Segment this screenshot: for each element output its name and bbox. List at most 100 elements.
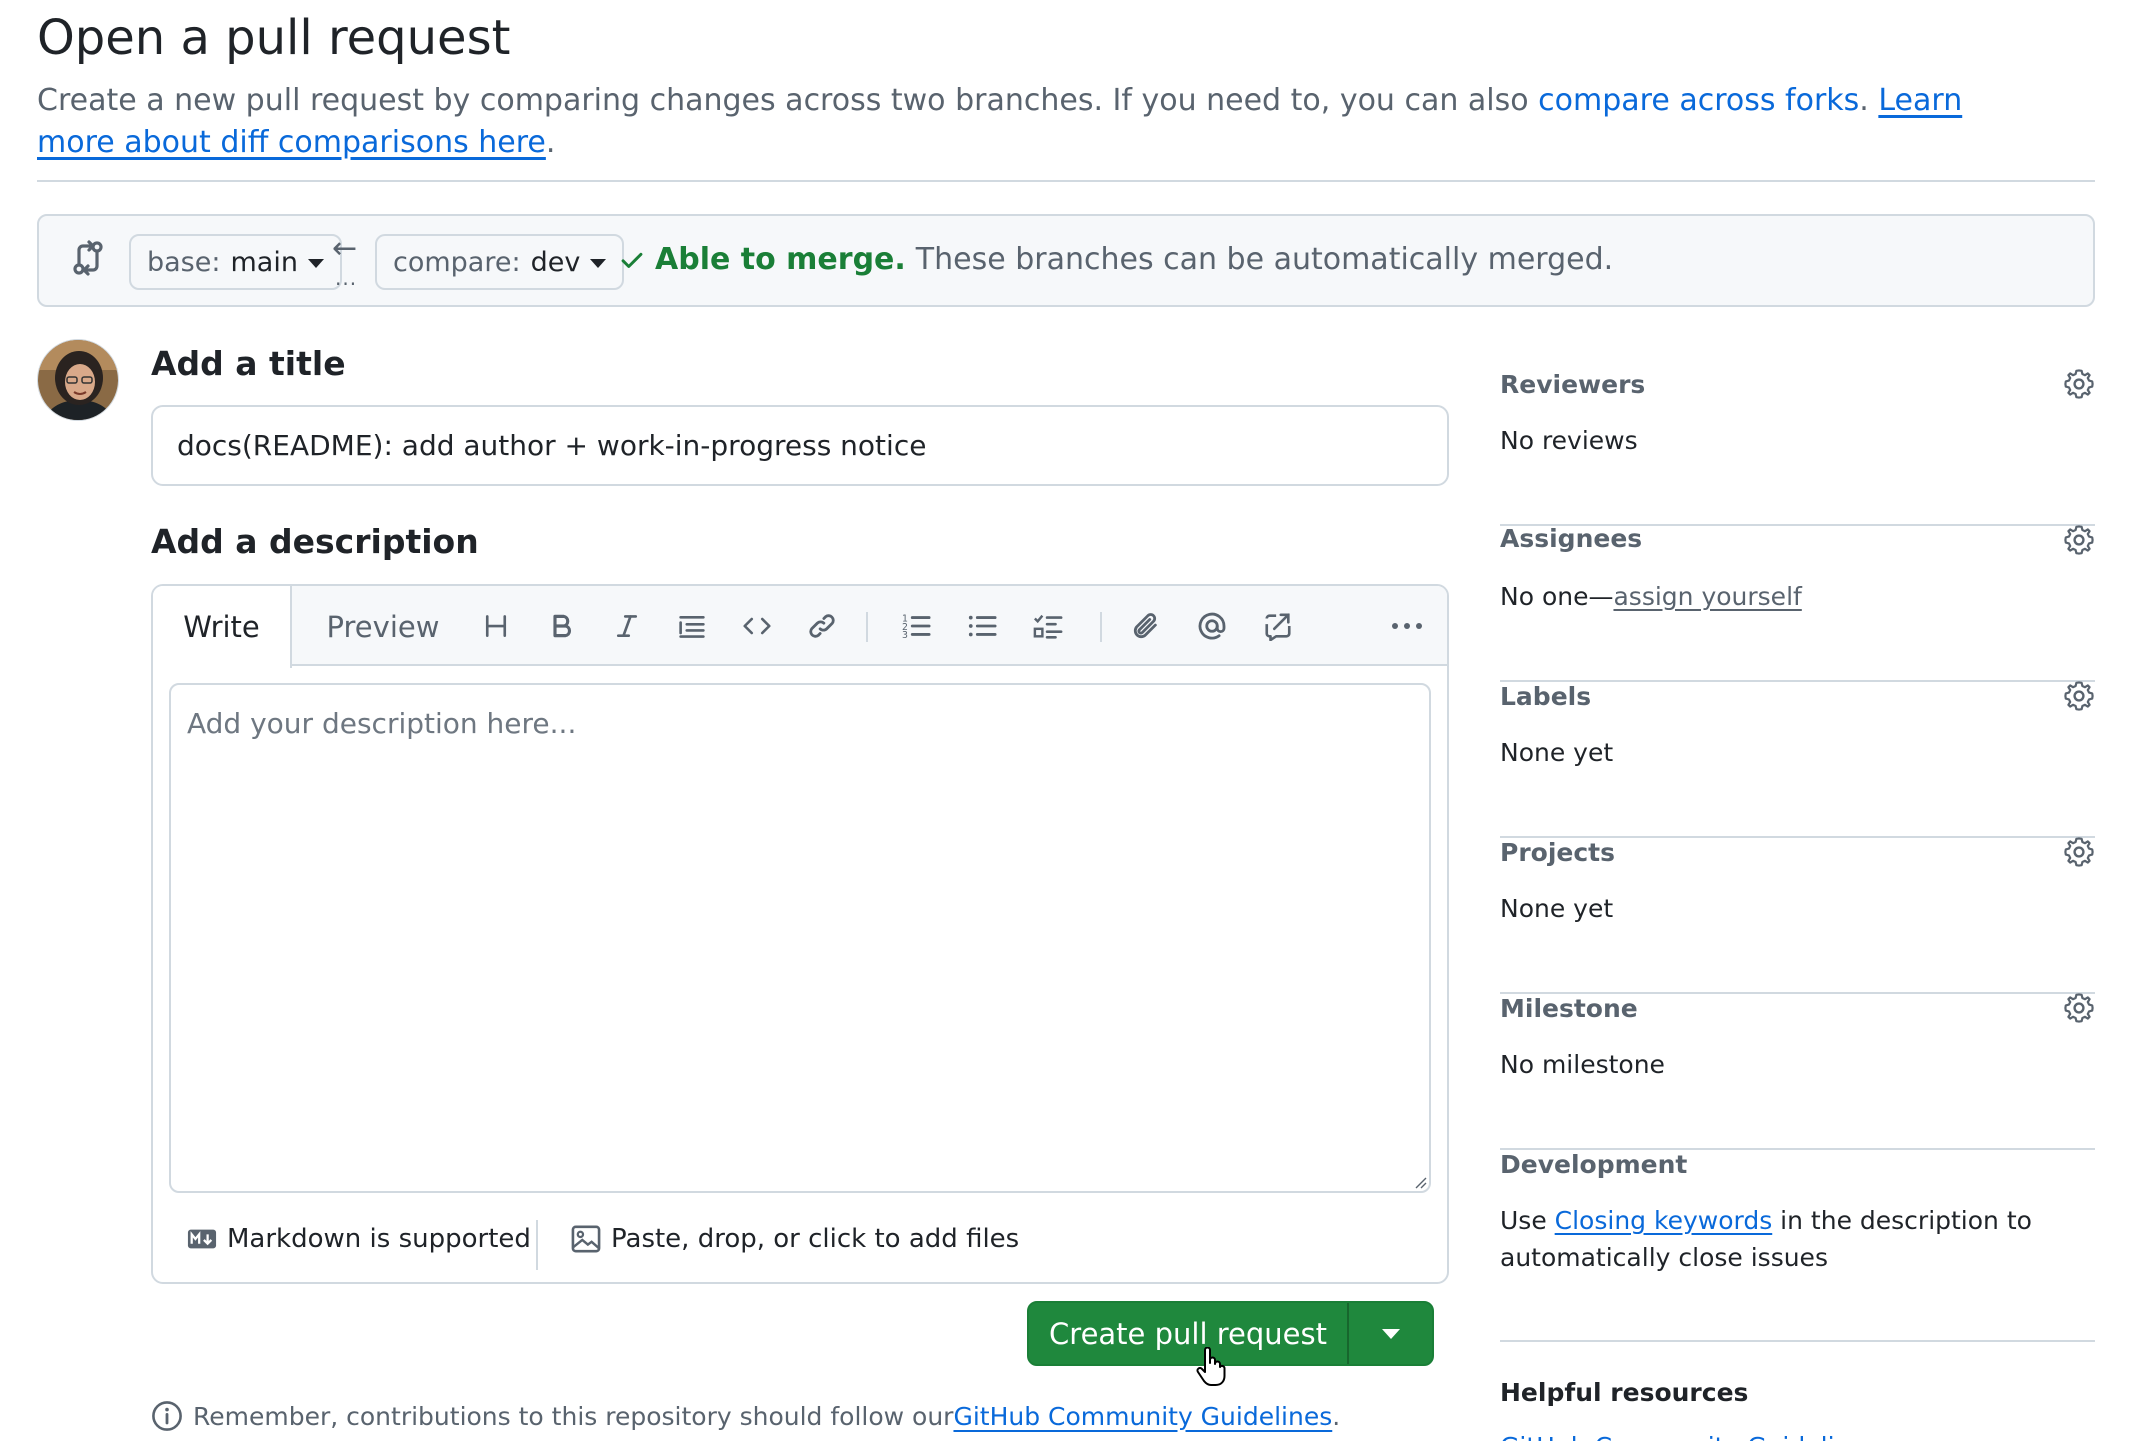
description-textarea[interactable] xyxy=(169,683,1431,1193)
base-branch-select[interactable]: base: main xyxy=(129,234,342,290)
sidebar-community-guidelines-link[interactable]: GitHub Community Guidelines xyxy=(1500,1432,1879,1441)
merge-ok-text: Able to merge. xyxy=(655,242,906,277)
chevron-down-icon xyxy=(590,258,607,268)
ordered-list-icon[interactable]: 123 xyxy=(898,608,934,644)
bold-icon[interactable] xyxy=(544,608,580,644)
create-pull-request-button[interactable]: Create pull request xyxy=(1027,1301,1434,1366)
hand-cursor-icon xyxy=(1196,1347,1226,1386)
assignees-prefix: No one— xyxy=(1500,582,1614,611)
sidebar-development: Development Use Closing keywords in the … xyxy=(1500,1150,2095,1342)
sidebar: Reviewers No reviews Assignees No one—as… xyxy=(1500,368,2095,1441)
page-title: Open a pull request xyxy=(37,10,511,66)
base-branch-key: base: xyxy=(147,246,221,278)
sidebar-projects: Projects None yet xyxy=(1500,836,2095,994)
task-list-icon[interactable] xyxy=(1030,608,1066,644)
development-suffix: in the description to xyxy=(1772,1206,2032,1235)
reminder-text: Remember, contributions to this reposito… xyxy=(193,1401,954,1431)
development-label: Development xyxy=(1500,1150,1688,1179)
reviewers-label[interactable]: Reviewers xyxy=(1500,370,1645,399)
tab-preview[interactable]: Preview xyxy=(313,586,453,668)
editor-toolbar: Write Preview 123 xyxy=(153,586,1447,668)
markdown-note[interactable]: Markdown is supported xyxy=(187,1224,531,1254)
sidebar-milestone: Milestone No milestone xyxy=(1500,992,2095,1150)
unordered-list-icon[interactable] xyxy=(964,608,1000,644)
development-prefix: Use xyxy=(1500,1206,1555,1235)
title-input[interactable] xyxy=(151,405,1449,486)
gear-icon[interactable] xyxy=(2063,680,2095,712)
closing-keywords-link[interactable]: Closing keywords xyxy=(1555,1206,1773,1235)
heading-icon[interactable] xyxy=(478,608,514,644)
gear-icon[interactable] xyxy=(2063,524,2095,556)
helpful-resources-value: GitHub Community Guidelines xyxy=(1500,1428,1879,1441)
attach-icon[interactable] xyxy=(1128,608,1164,644)
compare-branch-key: compare: xyxy=(393,246,521,278)
reminder-end: . xyxy=(1332,1401,1341,1431)
mention-icon[interactable] xyxy=(1194,608,1230,644)
sidebar-labels: Labels None yet xyxy=(1500,680,2095,838)
sidebar-reviewers: Reviewers No reviews xyxy=(1500,368,2095,526)
range-dots: ... xyxy=(335,266,358,290)
intro-text: Create a new pull request by comparing c… xyxy=(37,83,1539,118)
add-files-button[interactable]: Paste, drop, or click to add files xyxy=(571,1224,1019,1254)
triangle-down-icon xyxy=(1381,1328,1400,1339)
italic-icon[interactable] xyxy=(609,608,645,644)
create-pull-request-label[interactable]: Create pull request xyxy=(1029,1303,1349,1364)
toolbar-divider xyxy=(1100,612,1102,642)
arrow-left-icon: ← xyxy=(332,231,358,266)
info-icon xyxy=(152,1401,182,1431)
reviewers-value: No reviews xyxy=(1500,426,1638,455)
helpful-resources-label: Helpful resources xyxy=(1500,1378,1749,1407)
assignees-value: No one—assign yourself xyxy=(1500,578,1802,615)
gear-icon[interactable] xyxy=(2063,992,2095,1024)
sidebar-assignees: Assignees No one—assign yourself xyxy=(1500,524,2095,682)
development-line2: automatically close issues xyxy=(1500,1243,1828,1272)
tab-write[interactable]: Write xyxy=(153,586,292,668)
create-options-dropdown[interactable] xyxy=(1349,1303,1432,1364)
compare-branch-value: dev xyxy=(530,246,581,278)
title-heading: Add a title xyxy=(151,344,346,383)
gear-icon[interactable] xyxy=(2063,836,2095,868)
compare-forks-link[interactable]: compare across forks xyxy=(1538,83,1859,118)
assign-yourself-link[interactable]: assign yourself xyxy=(1613,582,1801,611)
intro-sep: . xyxy=(1859,83,1879,118)
quote-icon[interactable] xyxy=(674,608,710,644)
toolbar-divider xyxy=(866,612,868,642)
page-intro: Create a new pull request by comparing c… xyxy=(37,80,2037,164)
branch-range-bar: base: main ← ... compare: dev Able to me… xyxy=(37,214,2095,307)
link-icon[interactable] xyxy=(804,608,840,644)
markdown-note-label: Markdown is supported xyxy=(227,1224,531,1254)
sidebar-helpful-resources: Helpful resources GitHub Community Guide… xyxy=(1500,1342,2095,1441)
projects-value: None yet xyxy=(1500,894,1614,923)
labels-value: None yet xyxy=(1500,738,1614,767)
milestone-value: No milestone xyxy=(1500,1050,1665,1079)
labels-label[interactable]: Labels xyxy=(1500,682,1591,711)
reference-icon[interactable] xyxy=(1260,608,1296,644)
image-icon xyxy=(571,1225,601,1253)
merge-status: Able to merge. These branches can be aut… xyxy=(619,242,1613,277)
footer-divider xyxy=(536,1220,538,1270)
compare-branch-select[interactable]: compare: dev xyxy=(375,234,625,290)
header-divider xyxy=(37,180,2095,182)
code-icon[interactable] xyxy=(739,608,775,644)
intro-end: . xyxy=(545,125,556,160)
assignees-label[interactable]: Assignees xyxy=(1500,524,1642,553)
description-editor: Write Preview 123 Add your description h… xyxy=(151,584,1449,1284)
svg-text:3: 3 xyxy=(902,630,908,641)
editor-footer: Markdown is supported Paste, drop, or cl… xyxy=(153,1206,1447,1284)
markdown-icon xyxy=(187,1229,217,1249)
merge-msg-text: These branches can be automatically merg… xyxy=(915,242,1614,277)
chevron-down-icon xyxy=(307,258,324,268)
description-heading: Add a description xyxy=(151,522,479,561)
milestone-label[interactable]: Milestone xyxy=(1500,994,1638,1023)
gear-icon[interactable] xyxy=(2063,368,2095,400)
projects-label[interactable]: Projects xyxy=(1500,838,1615,867)
base-branch-value: main xyxy=(230,246,298,278)
git-compare-icon xyxy=(73,240,103,276)
more-icon[interactable] xyxy=(1389,608,1425,644)
add-files-label: Paste, drop, or click to add files xyxy=(611,1224,1020,1254)
community-guidelines-link[interactable]: GitHub Community Guidelines xyxy=(953,1402,1332,1431)
resize-handle-icon[interactable] xyxy=(1413,1175,1427,1189)
contribution-reminder: Remember, contributions to this reposito… xyxy=(151,1400,1340,1432)
check-icon xyxy=(621,252,643,268)
avatar xyxy=(37,339,119,421)
